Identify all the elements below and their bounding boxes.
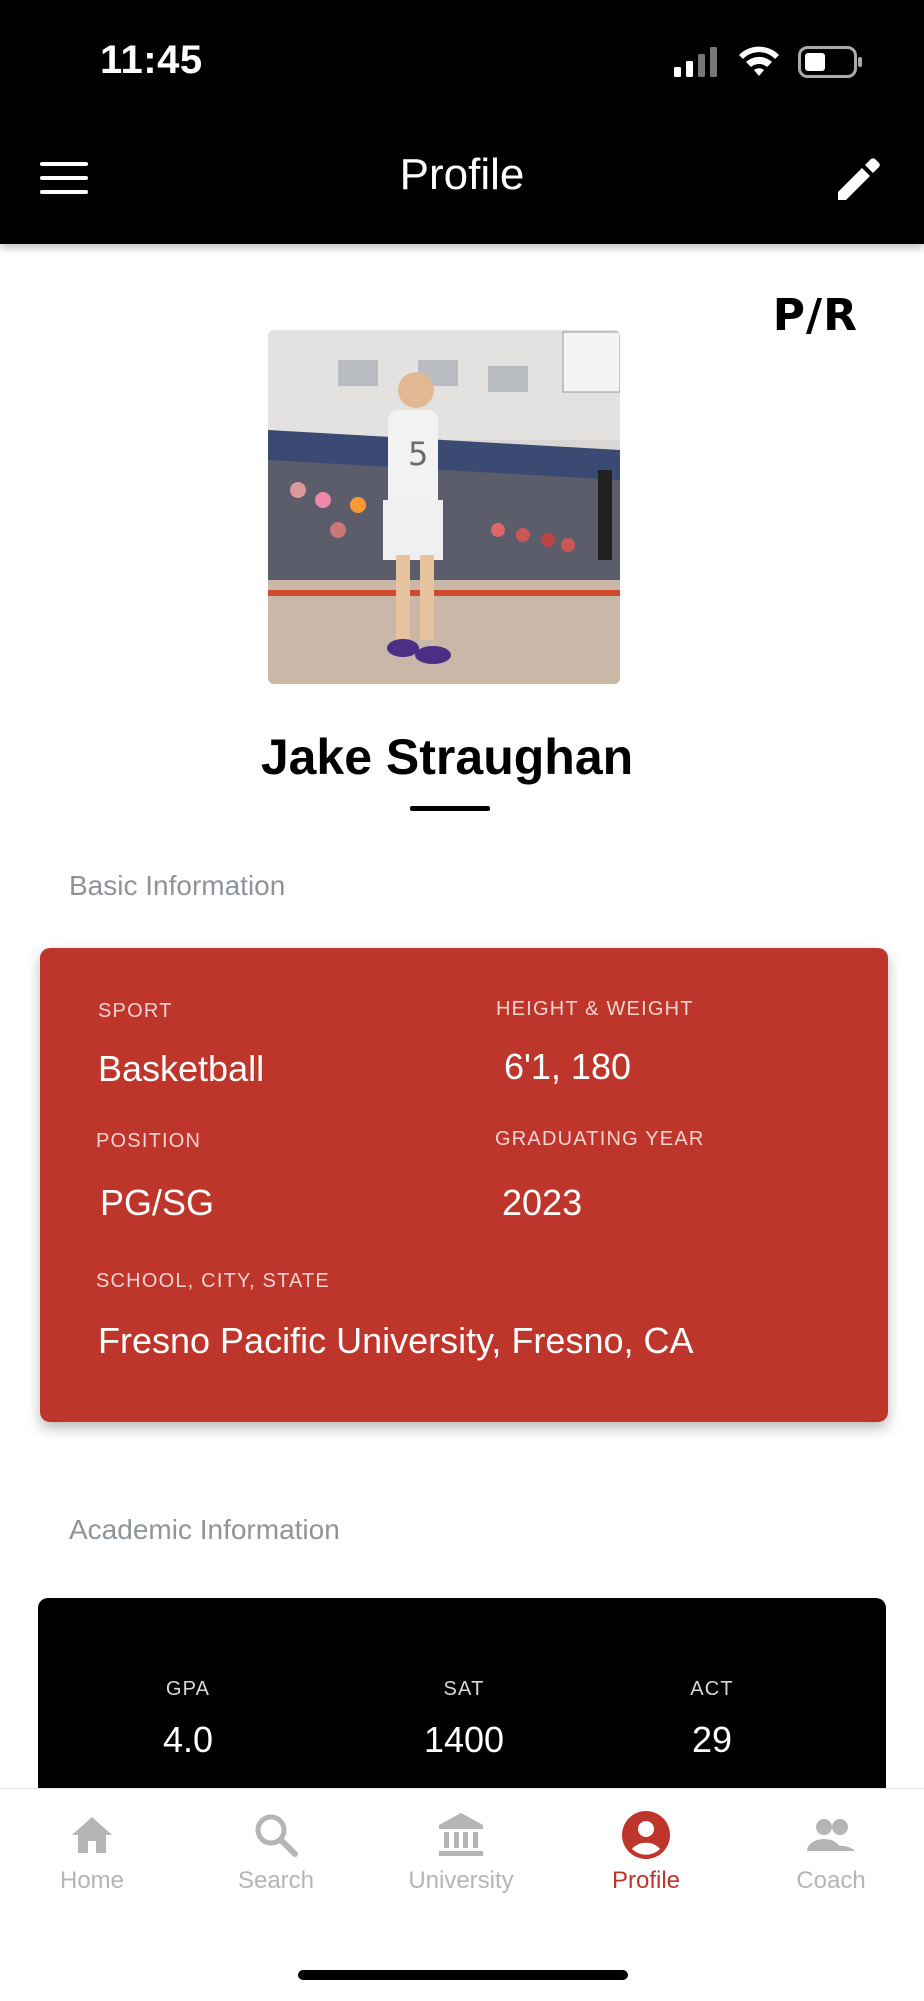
position-label: POSITION (96, 1130, 202, 1152)
sat-label: SAT (443, 1678, 485, 1700)
pencil-icon (838, 158, 880, 200)
status-icons (674, 42, 864, 82)
brand-logo: P/R (772, 290, 858, 341)
gpa-label: GPA (165, 1678, 211, 1700)
height-weight-value: 6'1, 180 (504, 1046, 631, 1087)
tab-home-label: Home (59, 1867, 125, 1894)
tab-profile-label: Profile (611, 1867, 681, 1894)
coach-icon (807, 1819, 855, 1851)
tab-profile[interactable]: Profile (556, 1809, 736, 1895)
cellular-signal-icon (674, 47, 717, 77)
athlete-name: Jake Straughan (260, 729, 634, 785)
home-icon (72, 1817, 112, 1853)
tab-coach-label: Coach (796, 1867, 866, 1894)
academic-info-card: GPA 4.0 SAT 1400 ACT 29 (38, 1598, 886, 1798)
act-value: 29 (691, 1719, 733, 1760)
status-bar: 11:45 (0, 0, 924, 120)
school-label: SCHOOL, CITY, STATE (96, 1270, 330, 1292)
home-indicator[interactable] (298, 1970, 628, 1980)
sat-value: 1400 (423, 1719, 505, 1760)
height-weight-label: HEIGHT & WEIGHT (496, 998, 694, 1020)
graduating-year-value: 2023 (502, 1182, 583, 1223)
svg-text:5: 5 (408, 435, 428, 473)
graduating-year-label: GRADUATING YEAR (495, 1128, 705, 1150)
player-photo-illustration: 5 (268, 330, 620, 684)
tab-coach[interactable]: Coach (741, 1809, 921, 1895)
basic-info-section-label: Basic Information (69, 870, 286, 901)
academic-info-section-label: Academic Information (69, 1514, 340, 1545)
header-bar: Profile (0, 120, 924, 244)
sat-stat: SAT 1400 (364, 1678, 564, 1761)
gpa-stat: GPA 4.0 (88, 1678, 288, 1761)
tab-university[interactable]: University (371, 1809, 551, 1895)
tab-home[interactable]: Home (2, 1809, 182, 1895)
sport-label: SPORT (98, 1000, 173, 1022)
position-value: PG/SG (100, 1182, 215, 1223)
search-icon (255, 1814, 298, 1857)
school-value: Fresno Pacific University, Fresno, CA (98, 1320, 694, 1361)
edit-profile-button[interactable] (834, 154, 884, 206)
profile-icon (622, 1811, 670, 1859)
gpa-value: 4.0 (162, 1719, 214, 1760)
profile-photo[interactable]: 5 (268, 330, 620, 684)
tab-search-label: Search (237, 1867, 315, 1894)
act-stat: ACT 29 (612, 1678, 812, 1761)
tab-search[interactable]: Search (186, 1809, 366, 1895)
basic-info-card: SPORT Basketball HEIGHT & WEIGHT 6'1, 18… (40, 948, 888, 1422)
wifi-icon (739, 46, 779, 76)
act-label: ACT (690, 1678, 734, 1700)
sport-value: Basketball (98, 1048, 265, 1089)
tab-university-label: University (408, 1867, 514, 1894)
university-icon (439, 1813, 483, 1856)
page-title: Profile (399, 150, 525, 199)
battery-icon (798, 46, 862, 78)
status-time: 11:45 (100, 38, 203, 82)
name-underline (410, 806, 490, 811)
